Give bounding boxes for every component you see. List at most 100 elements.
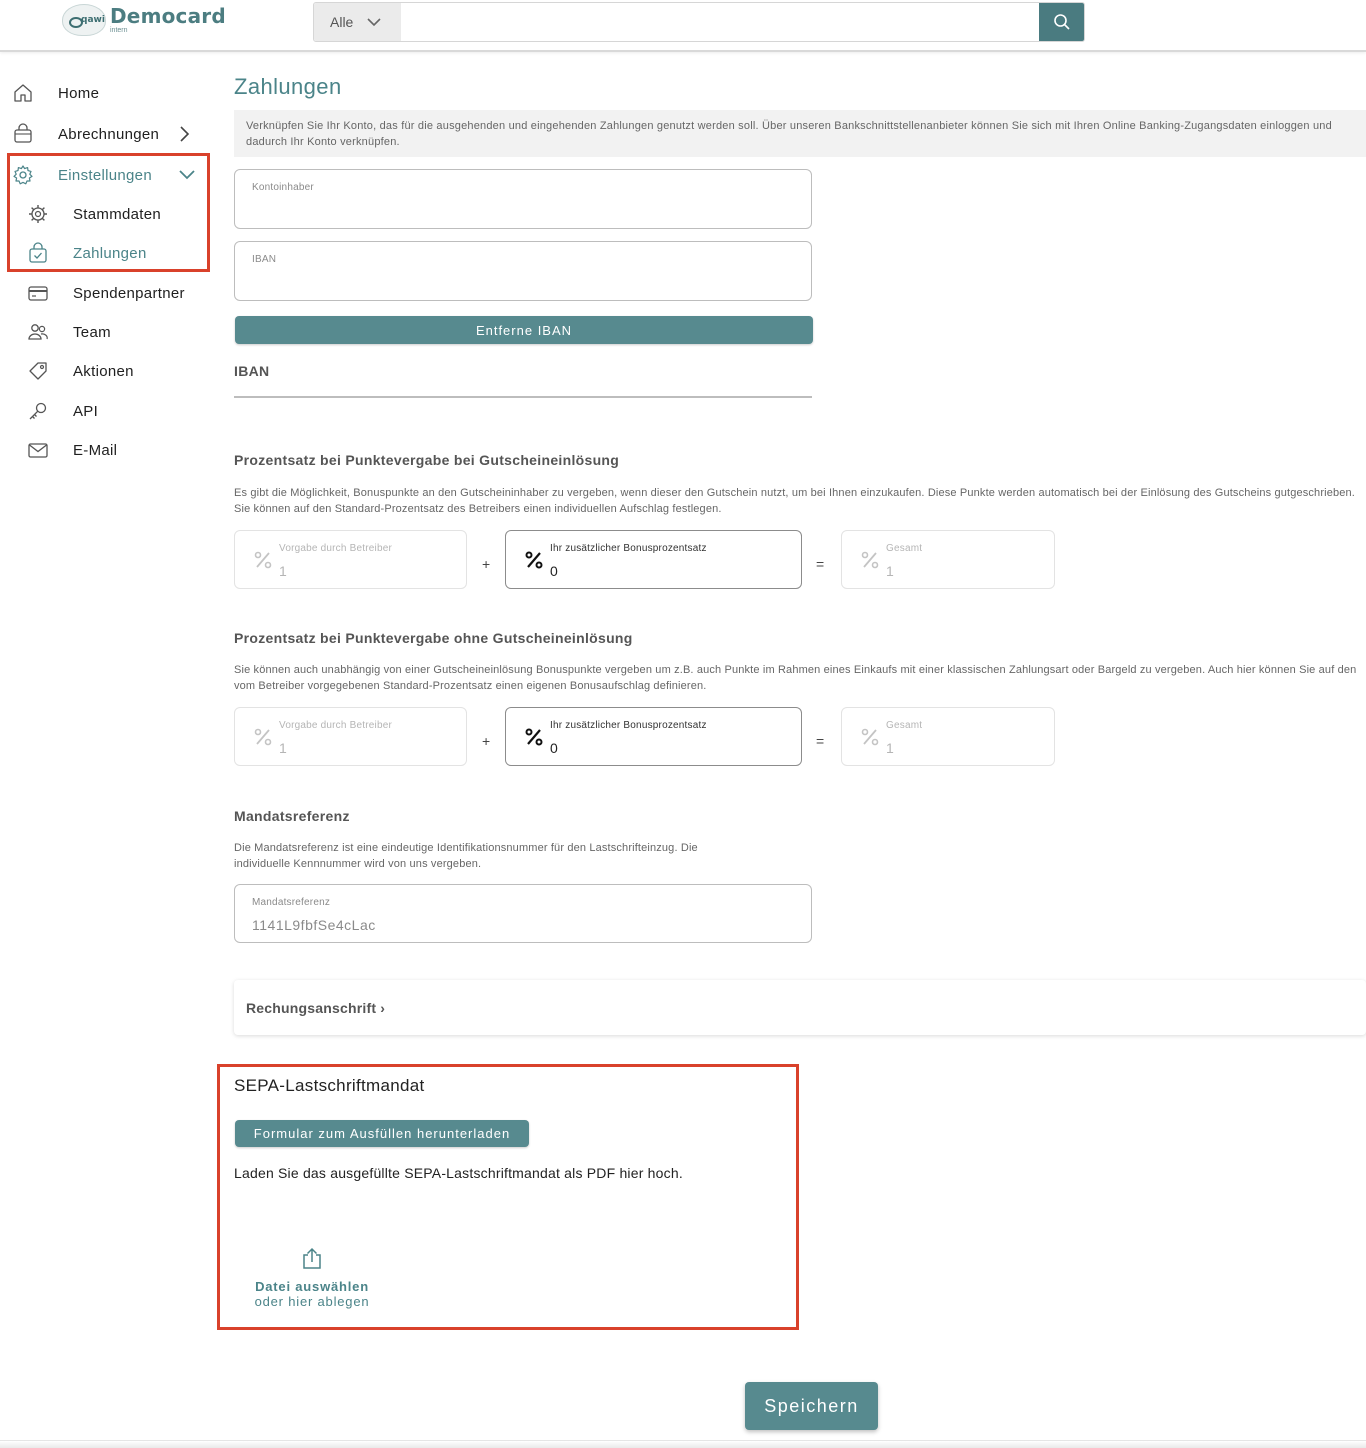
sidebar-item-label: API (73, 402, 99, 420)
logo-subtitle: intern (110, 27, 128, 34)
card-icon (27, 282, 49, 304)
chevron-right-icon (180, 126, 190, 142)
divider (234, 396, 812, 398)
plus-sign: + (482, 556, 491, 572)
download-form-button[interactable]: Formular zum Ausfüllen herunterladen (235, 1120, 529, 1147)
mandate-reference-field: Mandatsreferenz 1141L9fbfSe4cLac (234, 884, 812, 943)
mandate-desc-line: individuelle Kennnummer wird von uns ver… (234, 858, 482, 870)
total-percent-field: Gesamt 1 (841, 530, 1055, 589)
sidebar-item-label: Spendenpartner (73, 284, 185, 302)
search-bar: Alle (313, 2, 1085, 42)
percent-icon (254, 728, 272, 746)
sidebar-item-team[interactable]: Team (27, 314, 197, 350)
sidebar-item-email[interactable]: E-Mail (27, 432, 197, 468)
operator-percent-value: 1 (279, 563, 287, 579)
upload-drop-label: oder hier ablegen (254, 1294, 370, 1309)
plus-sign: + (482, 733, 491, 749)
bonus-percent-value: 0 (550, 740, 558, 756)
gear-icon (12, 164, 34, 186)
sidebar-item-label: Zahlungen (73, 244, 147, 262)
operator-percent-field: Vorgabe durch Betreiber 1 (234, 530, 467, 589)
search-input[interactable] (401, 3, 1039, 41)
section-desc-with-voucher: Es gibt die Möglichkeit, Bonuspunkte an … (234, 487, 1356, 515)
equals-sign: = (816, 556, 825, 572)
sidebar-item-api[interactable]: API (27, 393, 197, 429)
header: qawi Democard intern Alle (0, 0, 1366, 52)
search-button[interactable] (1039, 3, 1084, 41)
team-icon (27, 321, 49, 343)
percent-icon (861, 551, 879, 569)
section-desc-without-voucher: Sie können auch unabhängig von einer Gut… (234, 664, 1357, 692)
billing-address-expander[interactable]: Rechungsanschrift › (234, 980, 1366, 1035)
mandate-desc: Die Mandatsreferenz ist eine eindeutige … (234, 840, 794, 872)
file-dropzone[interactable]: Datei auswählen oder hier ablegen (244, 1246, 380, 1309)
sidebar-item-label: Abrechnungen (58, 125, 160, 143)
iban-label: IBAN (252, 254, 277, 265)
logo-mark: qawi (62, 4, 106, 36)
mandate-title: Mandatsreferenz (234, 808, 350, 824)
percent-icon (525, 551, 543, 569)
sidebar-item-label: Stammdaten (73, 205, 162, 223)
search-category-select[interactable]: Alle (314, 3, 401, 41)
footer-bar (0, 1440, 1366, 1448)
iban-field[interactable]: IBAN (234, 241, 812, 301)
logo-text: Democard intern (110, 6, 226, 34)
account-holder-field[interactable]: Kontoinhaber (234, 169, 812, 229)
tag-icon (27, 360, 49, 382)
bag-check-icon (27, 242, 49, 264)
operator-percent-field: Vorgabe durch Betreiber 1 (234, 707, 467, 766)
home-icon (12, 82, 34, 104)
sidebar-item-home[interactable]: Home (12, 75, 202, 111)
section-title-with-voucher: Prozentsatz bei Punktevergabe bei Gutsch… (234, 452, 620, 468)
upload-icon (303, 1247, 321, 1269)
mandate-reference-label: Mandatsreferenz (252, 897, 331, 908)
logo-title: Democard (110, 4, 226, 28)
sidebar-item-einstellungen[interactable]: Einstellungen (12, 157, 202, 193)
mandate-reference-value: 1141L9fbfSe4cLac (252, 917, 376, 933)
chevron-down-icon (179, 170, 195, 180)
percent-icon (525, 728, 543, 746)
bonus-percent-label: Ihr zusätzlicher Bonusprozentsatz (550, 543, 707, 554)
bonus-percent-input[interactable]: Ihr zusätzlicher Bonusprozentsatz 0 (505, 707, 802, 766)
logo[interactable]: qawi Democard intern (62, 4, 226, 36)
sidebar-item-aktionen[interactable]: Aktionen (27, 353, 197, 389)
save-button[interactable]: Speichern (745, 1382, 878, 1430)
sidebar-item-abrechnungen[interactable]: Abrechnungen (12, 116, 202, 152)
bonus-percent-label: Ihr zusätzlicher Bonusprozentsatz (550, 720, 707, 731)
sidebar-item-stammdaten[interactable]: Stammdaten (27, 196, 197, 232)
operator-percent-label: Vorgabe durch Betreiber (279, 720, 393, 731)
key-icon (27, 400, 49, 422)
percent-icon (861, 728, 879, 746)
bonus-percent-input[interactable]: Ihr zusätzlicher Bonusprozentsatz 0 (505, 530, 802, 589)
total-percent-value: 1 (886, 563, 894, 579)
sidebar-item-label: Home (58, 84, 100, 102)
sidebar-item-spendenpartner[interactable]: Spendenpartner (27, 275, 197, 311)
sidebar-item-label: Team (73, 323, 111, 341)
sidebar-item-label: Einstellungen (58, 166, 152, 184)
operator-percent-value: 1 (279, 740, 287, 756)
cog-icon (27, 203, 49, 225)
info-box: Verknüpfen Sie Ihr Konto, das für die au… (234, 110, 1366, 157)
equals-sign: = (816, 733, 825, 749)
bag-icon (12, 123, 34, 145)
upload-select-label: Datei auswählen (255, 1279, 369, 1294)
sidebar-item-zahlungen[interactable]: Zahlungen (27, 235, 197, 271)
iban-heading: IBAN (234, 363, 270, 379)
bonus-percent-value: 0 (550, 563, 558, 579)
total-percent-label: Gesamt (886, 720, 923, 731)
sepa-title: SEPA-Lastschriftmandat (234, 1076, 425, 1095)
total-percent-label: Gesamt (886, 543, 923, 554)
total-percent-value: 1 (886, 740, 894, 756)
page-title: Zahlungen (234, 74, 342, 99)
account-holder-label: Kontoinhaber (252, 182, 314, 193)
mail-icon (27, 439, 49, 461)
sidebar-item-label: Aktionen (73, 362, 134, 380)
remove-iban-button[interactable]: Entferne IBAN (235, 316, 813, 344)
search-icon (1053, 14, 1070, 30)
operator-percent-label: Vorgabe durch Betreiber (279, 543, 393, 554)
mandate-desc-line: Die Mandatsreferenz ist eine eindeutige … (234, 842, 698, 854)
sidebar-item-label: E-Mail (73, 441, 118, 459)
sepa-instructions: Laden Sie das ausgefüllte SEPA-Lastschri… (234, 1165, 683, 1181)
chevron-down-icon (367, 17, 381, 26)
section-title-without-voucher: Prozentsatz bei Punktevergabe ohne Gutsc… (234, 630, 633, 646)
